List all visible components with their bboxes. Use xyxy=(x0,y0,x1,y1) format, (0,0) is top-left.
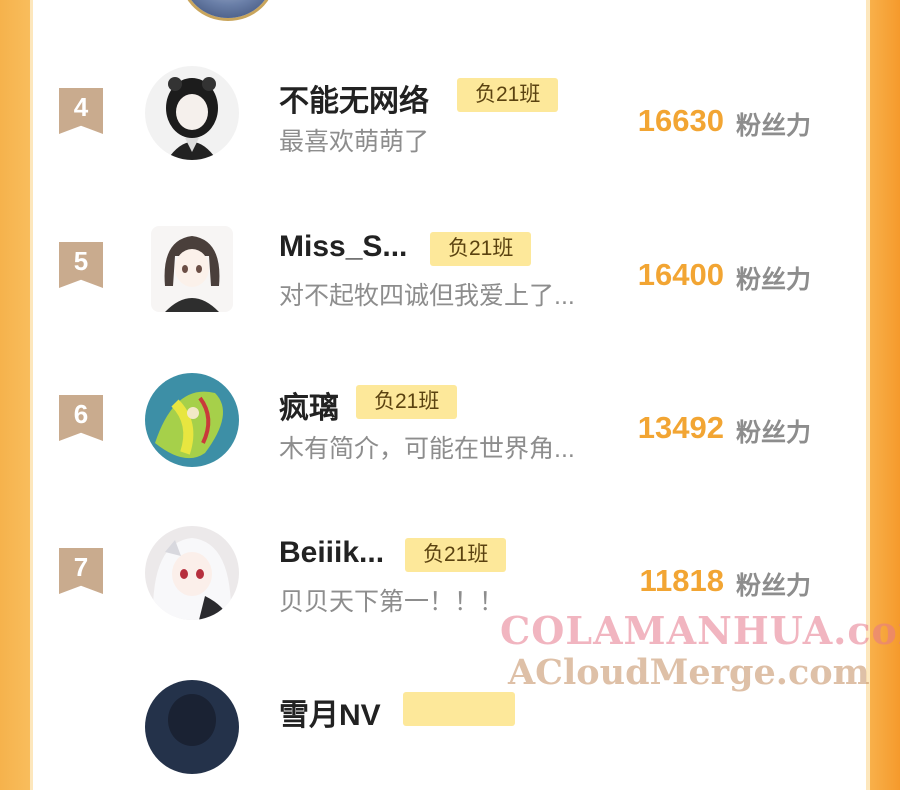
user-name[interactable]: Miss_S... xyxy=(279,230,407,264)
user-name[interactable]: Beiiik... xyxy=(279,536,384,570)
user-name[interactable]: 疯璃 xyxy=(279,383,339,427)
user-name[interactable]: 雪月NV xyxy=(279,690,381,734)
user-bio: 贝贝天下第一！！！ xyxy=(279,588,505,616)
fan-power-score: 11818 xyxy=(639,563,725,598)
fan-power-score: 16400 xyxy=(637,257,724,292)
fan-power-label: 粉丝力 xyxy=(736,419,812,447)
rank-badge: 4 xyxy=(59,88,103,134)
avatar[interactable] xyxy=(184,0,272,18)
user-name[interactable]: 不能无网络 xyxy=(279,76,429,120)
class-badge xyxy=(403,692,515,726)
user-bio: 对不起牧四诚但我爱上了... xyxy=(279,282,575,310)
class-badge: 负21班 xyxy=(457,78,559,112)
fan-power-label: 粉丝力 xyxy=(736,572,812,600)
fan-power-label: 粉丝力 xyxy=(736,266,812,294)
watermark-acloudmerge: ACloudMerge.com xyxy=(508,652,870,693)
user-bio: 木有简介，可能在世界角... xyxy=(279,435,575,463)
avatar[interactable] xyxy=(145,680,239,774)
user-bio: 最喜欢萌萌了 xyxy=(279,128,430,156)
avatar[interactable] xyxy=(145,373,239,467)
class-badge: 负21班 xyxy=(356,385,458,419)
avatar[interactable] xyxy=(145,526,239,620)
class-badge: 负21班 xyxy=(405,538,507,572)
fan-power-score: 16630 xyxy=(637,103,724,138)
list-item[interactable]: 4 不能无网络 负21班 最喜欢萌萌了 16630 粉丝力 xyxy=(33,66,866,176)
leaderboard-panel: 4 不能无网络 负21班 最喜欢萌萌了 16630 粉丝力 5 Miss_S..… xyxy=(33,0,866,774)
watermark-colamanhua: COLAMANHUA.com xyxy=(500,608,900,653)
list-item[interactable]: 5 Miss_S... 负21班 对不起牧四诚但我爱上了... 16400 粉丝… xyxy=(33,220,866,330)
list-item[interactable]: 6 疯璃 负21班 木有简介，可能在世界角... 13492 粉丝力 xyxy=(33,373,866,483)
fan-power-label: 粉丝力 xyxy=(736,112,812,140)
class-badge: 负21班 xyxy=(430,232,532,266)
rank-badge: 6 xyxy=(59,395,103,441)
avatar[interactable] xyxy=(151,226,233,312)
fan-power-score: 13492 xyxy=(637,410,724,445)
avatar[interactable] xyxy=(145,66,239,160)
rank-badge: 5 xyxy=(59,242,103,288)
rank-badge: 7 xyxy=(59,548,103,594)
list-item[interactable]: 雪月NV xyxy=(33,680,866,790)
